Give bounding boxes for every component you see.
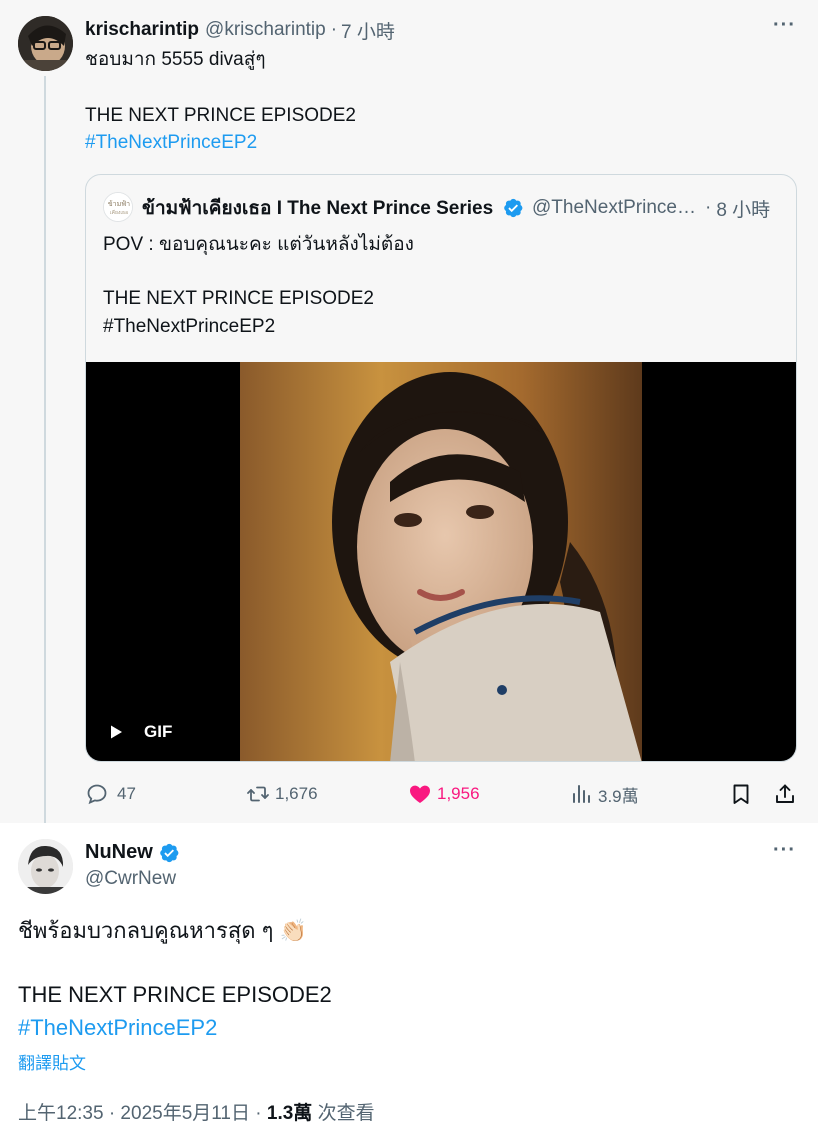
quoted-text-line: POV : ขอบคุณนะคะ แต่วันหลังไม่ต้อง <box>103 234 414 255</box>
post-header: krischarintip @krischarintip · 7 小時 <box>85 17 395 44</box>
post-text-line: THE NEXT PRINCE EPISODE2 <box>18 982 332 1007</box>
like-count: 1,956 <box>437 784 480 803</box>
like-button[interactable]: 1,956 <box>408 780 480 808</box>
gif-frame-image <box>240 362 642 761</box>
share-icon <box>776 784 794 803</box>
quoted-post[interactable]: ข้ามฟ้า เคียงเธอ ข้ามฟ้าเคียงเธอ I The N… <box>85 174 797 762</box>
views-label: 次查看 <box>312 1103 375 1124</box>
play-icon[interactable] <box>108 724 124 740</box>
separator: · <box>330 19 338 40</box>
svg-text:เคียงเธอ: เคียงเธอ <box>110 209 128 216</box>
translate-post-link[interactable]: 翻譯貼文 <box>18 1049 86 1074</box>
like-icon <box>410 785 430 803</box>
repost-icon <box>247 786 269 802</box>
reply-count: 47 <box>117 784 136 803</box>
hashtag-link[interactable]: #TheNextPrinceEP2 <box>85 130 257 156</box>
views-count: 3.9萬 <box>598 786 639 806</box>
display-name-row: NuNew <box>85 841 180 864</box>
svg-text:ข้ามฟ้า: ข้ามฟ้า <box>108 200 130 208</box>
verified-badge-icon <box>502 197 524 219</box>
repost-count: 1,676 <box>275 784 318 803</box>
quoted-avatar[interactable]: ข้ามฟ้า เคียงเธอ <box>103 192 133 222</box>
views-count: 1.3萬 <box>266 1103 313 1124</box>
views-button[interactable]: 3.9萬 <box>570 780 639 808</box>
display-name[interactable]: krischarintip <box>85 19 199 41</box>
post-timestamp[interactable]: 上午12:35 · 2025年5月11日 · <box>18 1103 267 1124</box>
quoted-text-line: #TheNextPrinceEP2 <box>103 316 276 337</box>
share-button[interactable] <box>773 780 797 808</box>
reply-button[interactable]: 47 <box>85 780 136 808</box>
post-text-line: ชอบมาก 5555 divaสู่ๆ <box>85 49 266 70</box>
quoted-timestamp[interactable]: 8 小時 <box>716 195 770 222</box>
thread-post[interactable]: krischarintip @krischarintip · 7 小時 ··· … <box>0 0 818 823</box>
bookmark-icon <box>733 784 749 804</box>
handle[interactable]: @CwrNew <box>85 868 176 890</box>
quoted-handle[interactable]: @TheNextPrinceSeries <box>532 197 696 219</box>
gif-badge[interactable]: GIF <box>108 720 172 744</box>
handle[interactable]: @krischarintip <box>205 19 326 41</box>
post-text-line: THE NEXT PRINCE EPISODE2 <box>85 105 356 126</box>
separator: · <box>705 197 712 218</box>
more-icon[interactable]: ··· <box>773 14 796 37</box>
views-icon <box>573 785 590 803</box>
more-icon[interactable]: ··· <box>773 839 796 862</box>
avatar[interactable] <box>18 16 73 71</box>
verified-badge-icon <box>158 842 180 864</box>
repost-button[interactable]: 1,676 <box>246 780 318 808</box>
quoted-display-name[interactable]: ข้ามฟ้าเคียงเธอ I The Next Prince Series <box>142 193 494 223</box>
main-post: NuNew @CwrNew ··· ชีพร้อมบวกลบคูณหารสุด … <box>0 823 829 1139</box>
reply-icon <box>87 784 107 805</box>
quoted-text-line: THE NEXT PRINCE EPISODE2 <box>103 288 374 309</box>
post-text-line: ชีพร้อมบวกลบคูณหารสุด ๆ 👏🏻 <box>18 918 307 943</box>
hashtag-link[interactable]: #TheNextPrinceEP2 <box>18 1013 217 1043</box>
timestamp[interactable]: 7 小時 <box>341 17 395 44</box>
post-meta: 上午12:35 · 2025年5月11日 · 1.3萬 次查看 <box>18 1098 375 1125</box>
gif-media[interactable]: GIF <box>86 362 796 761</box>
quoted-header: ข้ามฟ้าเคียงเธอ I The Next Prince Series… <box>142 193 770 223</box>
avatar[interactable] <box>18 839 73 894</box>
gif-label: GIF <box>144 722 173 741</box>
thread-connector-line <box>44 76 46 823</box>
bookmark-button[interactable] <box>729 780 753 808</box>
display-name[interactable]: NuNew <box>85 841 153 864</box>
